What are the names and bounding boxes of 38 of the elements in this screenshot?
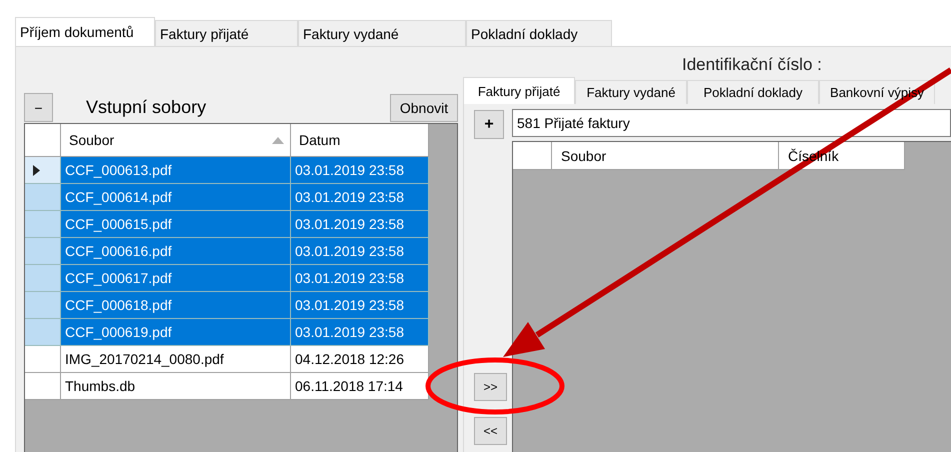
column-header[interactable]: Soubor [552, 142, 779, 170]
tab[interactable]: Faktury vydané [298, 20, 466, 46]
tab[interactable]: Příjem dokumentů [15, 17, 155, 46]
move-left-button[interactable]: << [474, 417, 507, 445]
move-right-button[interactable]: >> [474, 373, 507, 401]
column-header[interactable]: Soubor [61, 124, 291, 157]
table-cell[interactable]: CCF_000613.pdf [61, 157, 291, 184]
table-cell[interactable]: 03.01.2019 23:58 [291, 292, 429, 319]
table-cell[interactable]: 03.01.2019 23:58 [291, 157, 429, 184]
table-cell[interactable]: 03.01.2019 23:58 [291, 265, 429, 292]
tab[interactable]: Pokladní doklady [687, 80, 819, 104]
table-cell[interactable]: CCF_000617.pdf [61, 265, 291, 292]
table-cell[interactable]: 03.01.2019 23:58 [291, 184, 429, 211]
id-label: Identifikační číslo : [681, 54, 823, 76]
table-cell[interactable]: CCF_000615.pdf [61, 211, 291, 238]
panel-title: Vstupní sobory [86, 97, 208, 118]
add-button[interactable]: + [474, 110, 504, 139]
tab[interactable]: Faktury přijaté [463, 77, 575, 104]
tab[interactable]: Faktury vydané [575, 80, 687, 104]
table-cell[interactable]: CCF_000619.pdf [61, 319, 291, 346]
current-row-icon [33, 164, 40, 176]
table-cell[interactable]: Thumbs.db [61, 373, 291, 400]
table-cell[interactable]: 06.11.2018 17:14 [291, 373, 429, 400]
table-cell[interactable]: 03.01.2019 23:58 [291, 211, 429, 238]
table-cell[interactable]: CCF_000614.pdf [61, 184, 291, 211]
table-cell[interactable]: 03.01.2019 23:58 [291, 319, 429, 346]
column-header[interactable]: Datum [291, 124, 429, 157]
table-cell[interactable]: CCF_000616.pdf [61, 238, 291, 265]
row-header[interactable] [25, 157, 61, 184]
category-dropdown[interactable]: 581 Přijaté faktury [512, 109, 951, 137]
collapse-button[interactable]: − [24, 93, 53, 122]
table-cell[interactable]: CCF_000618.pdf [61, 292, 291, 319]
tab[interactable]: Pokladní doklady [466, 20, 612, 46]
refresh-button[interactable]: Obnovit [390, 94, 458, 122]
tab[interactable]: Faktury přijaté [155, 20, 298, 46]
table-cell[interactable]: 03.01.2019 23:58 [291, 238, 429, 265]
table-cell[interactable]: 04.12.2018 12:26 [291, 346, 429, 373]
table-cell[interactable]: IMG_20170214_0080.pdf [61, 346, 291, 373]
